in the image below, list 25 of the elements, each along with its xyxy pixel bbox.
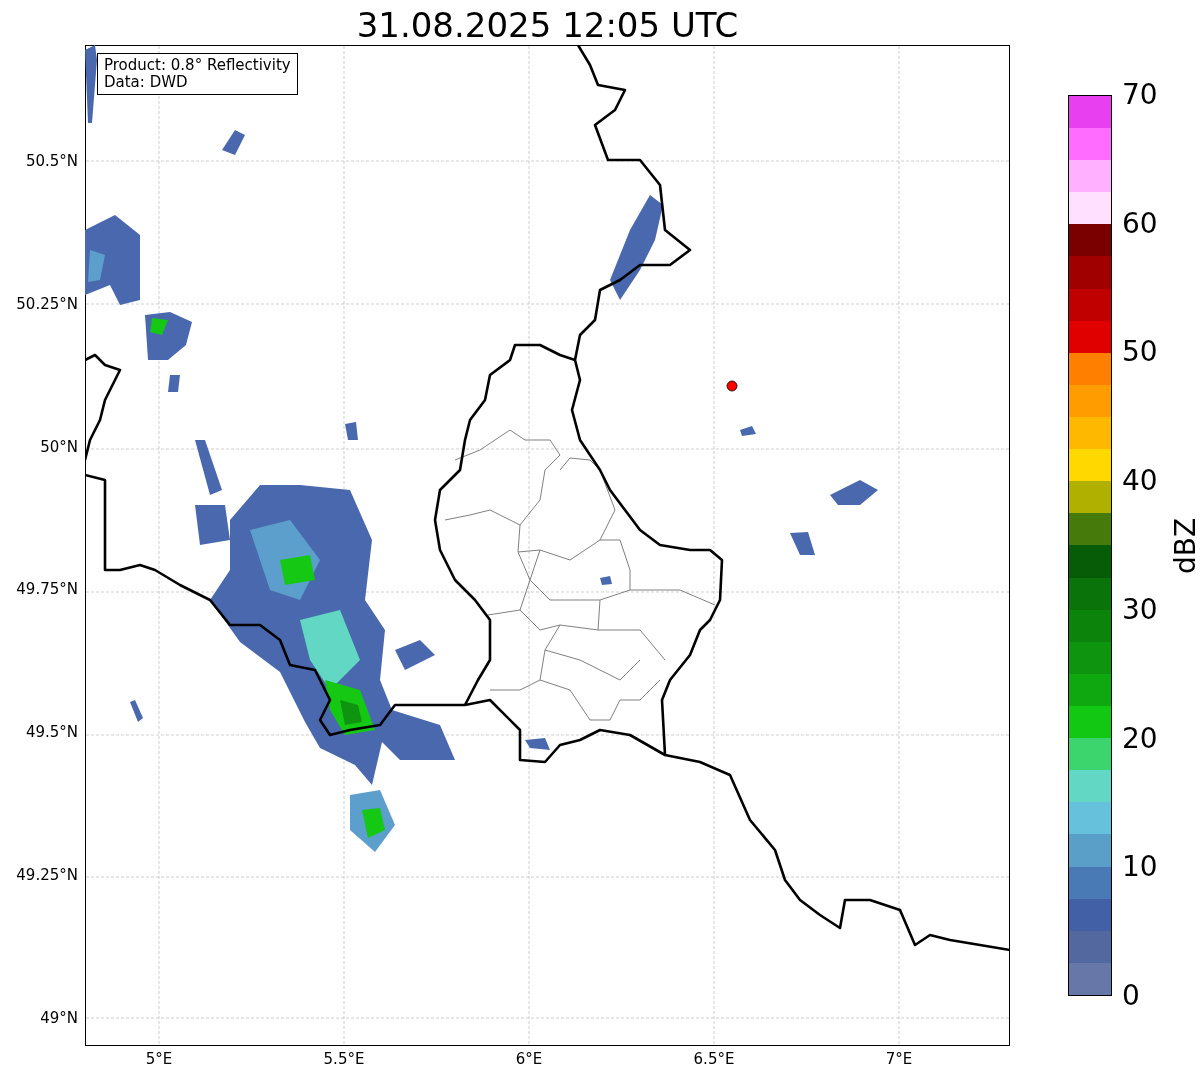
colorbar-tick-label: 60 <box>1122 207 1158 240</box>
latitude-label: 49.75°N <box>16 580 78 599</box>
latitude-label: 49.25°N <box>16 866 78 884</box>
longitude-label: 6.5°E <box>692 1050 736 1068</box>
colorbar-tick-label: 70 <box>1122 79 1158 111</box>
latitude-label: 50.5°N <box>25 152 78 170</box>
colorbar-tick-label: 20 <box>1122 722 1158 755</box>
info-text: Data: DWD <box>104 74 189 91</box>
colorbar-tick-label: 30 <box>1122 593 1158 626</box>
longitude-label: 5°E <box>144 1050 174 1068</box>
chart-title: 31.08.2025 12:05 UTC <box>355 4 740 46</box>
latitude-label: 50.25°N <box>16 294 78 313</box>
longitude-label: 7°E <box>884 1050 914 1068</box>
longitude-label: 5.5°E <box>322 1050 366 1068</box>
location-marker <box>726 380 738 392</box>
colorbar-tick-label: 50 <box>1122 336 1158 369</box>
info-text: Product: 0.8° Reflectivity <box>104 57 291 74</box>
longitude-label: 6°E <box>514 1050 544 1068</box>
colorbar-tick-label: 10 <box>1122 851 1158 884</box>
colorbar-label: dBZ <box>1170 517 1202 575</box>
colorbar-tick-label: 0 <box>1122 980 1140 1012</box>
latitude-label: 50°N <box>40 437 78 456</box>
colorbar-tick-label: 40 <box>1122 465 1158 498</box>
latitude-label: 49°N <box>40 1008 78 1027</box>
latitude-label: 49.5°N <box>25 723 78 742</box>
